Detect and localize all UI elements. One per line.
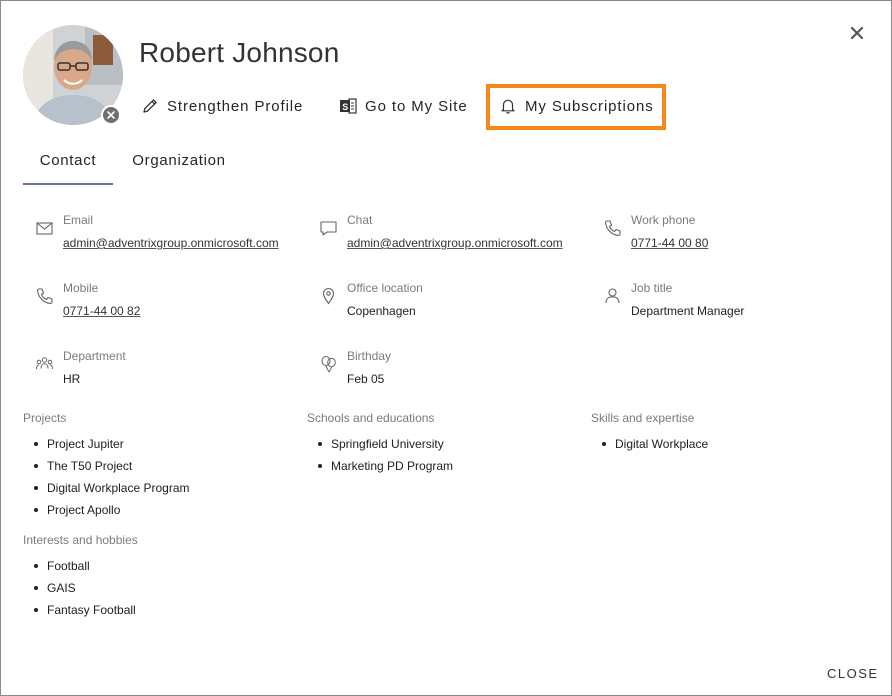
go-to-my-site-button[interactable]: S Go to My Site bbox=[339, 97, 468, 115]
mobile-value-link[interactable]: 0771-44 00 82 bbox=[63, 304, 140, 318]
projects-title: Projects bbox=[23, 411, 67, 425]
chat-value-link[interactable]: admin@adventrixgroup.onmicrosoft.com bbox=[347, 236, 563, 250]
balloons-icon bbox=[321, 356, 336, 373]
chat-icon bbox=[320, 221, 337, 236]
mobile-label: Mobile bbox=[63, 281, 99, 295]
list-item: The T50 Project bbox=[23, 459, 190, 481]
list-item: Marketing PD Program bbox=[307, 459, 453, 481]
remove-photo-icon[interactable] bbox=[101, 105, 121, 125]
strengthen-profile-label: Strengthen Profile bbox=[167, 97, 304, 115]
my-subscriptions-label: My Subscriptions bbox=[525, 97, 654, 115]
birthday-value: Feb 05 bbox=[347, 372, 385, 386]
tab-contact[interactable]: Contact bbox=[23, 149, 113, 185]
phone-icon bbox=[605, 220, 621, 236]
people-icon bbox=[36, 357, 53, 370]
close-icon[interactable] bbox=[847, 23, 867, 43]
office-location-label: Office location bbox=[347, 281, 423, 295]
schools-list: Springfield University Marketing PD Prog… bbox=[307, 437, 453, 481]
job-title-label: Job title bbox=[631, 281, 673, 295]
bell-icon bbox=[501, 99, 515, 114]
list-item: Digital Workplace bbox=[591, 437, 708, 459]
email-label: Email bbox=[63, 213, 94, 227]
birthday-label: Birthday bbox=[347, 349, 392, 363]
job-title-value: Department Manager bbox=[631, 304, 745, 318]
list-item: Fantasy Football bbox=[23, 603, 136, 625]
go-to-my-site-label: Go to My Site bbox=[365, 97, 468, 115]
department-label: Department bbox=[63, 349, 126, 363]
envelope-icon bbox=[36, 222, 53, 235]
list-item: Football bbox=[23, 559, 136, 581]
person-icon bbox=[605, 288, 620, 304]
interests-title: Interests and hobbies bbox=[23, 533, 138, 547]
profile-dialog: Robert Johnson Strengthen Profile S Go t… bbox=[0, 0, 892, 696]
work-phone-value-link[interactable]: 0771-44 00 80 bbox=[631, 236, 708, 250]
skills-list: Digital Workplace bbox=[591, 437, 708, 459]
chat-label: Chat bbox=[347, 213, 373, 227]
skills-title: Skills and expertise bbox=[591, 411, 695, 425]
tab-organization[interactable]: Organization bbox=[129, 149, 229, 185]
list-item: Project Jupiter bbox=[23, 437, 190, 459]
email-value-link[interactable]: admin@adventrixgroup.onmicrosoft.com bbox=[63, 236, 279, 250]
list-item: GAIS bbox=[23, 581, 136, 603]
avatar-container bbox=[23, 25, 123, 125]
interests-list: Football GAIS Fantasy Football bbox=[23, 559, 136, 625]
projects-list: Project Jupiter The T50 Project Digital … bbox=[23, 437, 190, 525]
strengthen-profile-button[interactable]: Strengthen Profile bbox=[141, 97, 303, 115]
department-value: HR bbox=[63, 372, 81, 386]
work-phone-label: Work phone bbox=[631, 213, 696, 227]
office-location-value: Copenhagen bbox=[347, 304, 416, 318]
schools-title: Schools and educations bbox=[307, 411, 435, 425]
close-button[interactable]: CLOSE bbox=[827, 666, 879, 681]
phone-icon bbox=[37, 288, 53, 304]
list-item: Digital Workplace Program bbox=[23, 481, 190, 503]
list-item: Project Apollo bbox=[23, 503, 190, 525]
profile-name: Robert Johnson bbox=[139, 37, 340, 68]
list-item: Springfield University bbox=[307, 437, 453, 459]
office-site-icon: S bbox=[340, 98, 357, 114]
pencil-icon bbox=[143, 99, 157, 113]
my-subscriptions-button[interactable]: My Subscriptions bbox=[499, 97, 654, 115]
location-pin-icon bbox=[322, 287, 335, 305]
svg-text:S: S bbox=[342, 102, 349, 112]
